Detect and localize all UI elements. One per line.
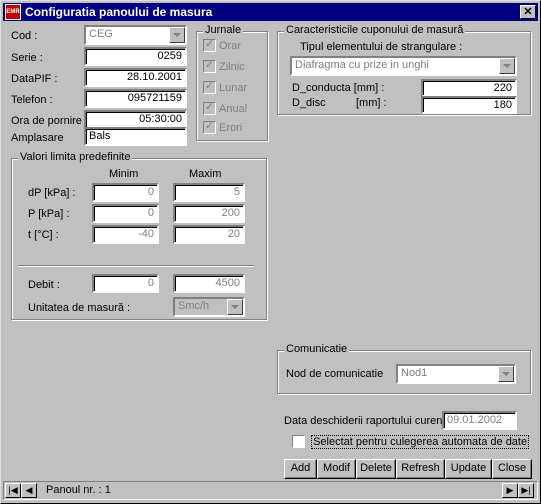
debit-min-field[interactable]: 0 [92, 274, 159, 293]
add-button[interactable]: Add [284, 459, 317, 479]
panou-label: Panoul nr. : 1 [46, 484, 111, 496]
nod-label: Nod de comunicatie [286, 368, 384, 380]
amplasare-label: Amplasare [11, 132, 64, 144]
serie-field[interactable]: 0259 [84, 47, 187, 66]
tip-strangulare-label: Tipul elementului de strangulare : [300, 41, 463, 53]
maxim-header: Maxim [189, 168, 222, 180]
d-disc-unit: [mm] : [356, 97, 387, 109]
datapif-label: DataPIF : [11, 73, 58, 85]
p-label: P [kPa] : [28, 208, 70, 220]
unitate-label: Unitatea de masură : [28, 302, 131, 314]
title-bar: EMR Configuratia panoului de masura ✕ [3, 3, 538, 21]
cupon-title: Caracteristicile cuponului de masură [284, 24, 466, 36]
checkbox-icon [203, 79, 216, 94]
limite-group: Valori limita predefinite Minim Maxim dP… [11, 151, 267, 320]
unitate-select[interactable]: Smc/h [173, 297, 245, 317]
first-record-icon[interactable]: |◀ [5, 483, 21, 498]
jurnale-title: Jurnale [203, 24, 244, 36]
divider [18, 265, 254, 267]
navigation-bar: |◀ ◀ Panoul nr. : 1 ▶ ▶| [3, 481, 538, 500]
checkbox-icon [203, 100, 216, 115]
raport-date-field[interactable]: 09.01.2002 [442, 411, 517, 430]
next-record-icon[interactable]: ▶ [502, 483, 518, 498]
cod-value: CEG [89, 28, 113, 40]
tip-strangulare-value: Diafragma cu prize in unghi [295, 59, 429, 71]
close-window-button[interactable]: ✕ [520, 5, 536, 19]
d-conducta-label: D_conducta [mm] : [292, 82, 385, 94]
serie-label: Serie : [11, 52, 43, 64]
checkbox-icon [203, 58, 216, 73]
update-button[interactable]: Update [445, 459, 492, 479]
debit-max-field[interactable]: 4500 [173, 274, 245, 293]
dp-max-field[interactable]: 5 [173, 183, 245, 202]
t-label: t [°C] : [28, 229, 59, 241]
nod-select[interactable]: Nod1 [396, 364, 516, 384]
refresh-button[interactable]: Refresh [396, 459, 445, 479]
delete-button[interactable]: Delete [356, 459, 396, 479]
comunicatie-group: Comunicatie Nod de comunicatie Nod1 [277, 343, 531, 394]
dp-min-field[interactable]: 0 [92, 183, 159, 202]
limite-title: Valori limita predefinite [18, 151, 133, 163]
chevron-down-icon[interactable] [169, 27, 185, 43]
unitate-value: Smc/h [178, 300, 210, 312]
jurnal-orar-checkbox[interactable]: Orar [203, 37, 241, 52]
ora-pornire-label: Ora de pornire [11, 115, 82, 127]
p-max-field[interactable]: 200 [173, 204, 245, 223]
last-record-icon[interactable]: ▶| [518, 483, 534, 498]
jurnal-lunar-checkbox[interactable]: Lunar [203, 79, 247, 94]
main-window: EMR Configuratia panoului de masura ✕ Co… [0, 0, 541, 504]
amplasare-field[interactable]: Bals [84, 127, 187, 146]
comunicatie-title: Comunicatie [284, 343, 350, 355]
dp-label: dP [kPa] : [28, 187, 76, 199]
close-button[interactable]: Close [492, 459, 532, 479]
tip-strangulare-select[interactable]: Diafragma cu prize in unghi [290, 56, 517, 76]
d-disc-field[interactable]: 180 [421, 96, 517, 114]
modif-button[interactable]: Modif [317, 459, 356, 479]
app-icon[interactable]: EMR [5, 4, 21, 20]
chevron-down-icon[interactable] [499, 58, 515, 74]
checkbox-icon [203, 119, 216, 134]
previous-record-icon[interactable]: ◀ [21, 483, 37, 498]
chevron-down-icon[interactable] [498, 366, 514, 382]
minim-header: Minim [109, 168, 139, 180]
jurnale-group: Jurnale Orar Zilnic Lunar Anual Erori [196, 24, 268, 141]
checkbox-icon [203, 37, 216, 52]
debit-label: Debit : [28, 279, 60, 291]
d-conducta-field[interactable]: 220 [421, 79, 517, 97]
window-title: Configuratia panoului de masura [25, 5, 213, 19]
jurnal-anual-checkbox[interactable]: Anual [203, 100, 247, 115]
p-min-field[interactable]: 0 [92, 204, 159, 223]
datapif-field[interactable]: 28.10.2001 [84, 68, 187, 87]
t-min-field[interactable]: -40 [92, 225, 159, 244]
t-max-field[interactable]: 20 [173, 225, 245, 244]
raport-label: Data deschiderii raportului curent: [284, 415, 449, 427]
cod-label: Cod : [11, 30, 38, 42]
d-disc-label: D_disc [292, 97, 326, 109]
telefon-field[interactable]: 095721159 [84, 89, 187, 108]
cod-select[interactable]: CEG [84, 25, 187, 45]
chevron-down-icon[interactable] [227, 299, 243, 315]
cupon-group: Caracteristicile cuponului de masură Tip… [277, 24, 531, 115]
checkbox-icon [292, 435, 305, 448]
nod-value: Nod1 [401, 367, 428, 379]
auto-collect-checkbox[interactable]: Selectat pentru culegerea automata de da… [292, 434, 530, 449]
telefon-label: Telefon : [11, 94, 53, 106]
jurnal-zilnic-checkbox[interactable]: Zilnic [203, 58, 245, 73]
jurnal-erori-checkbox[interactable]: Erori [203, 119, 242, 134]
